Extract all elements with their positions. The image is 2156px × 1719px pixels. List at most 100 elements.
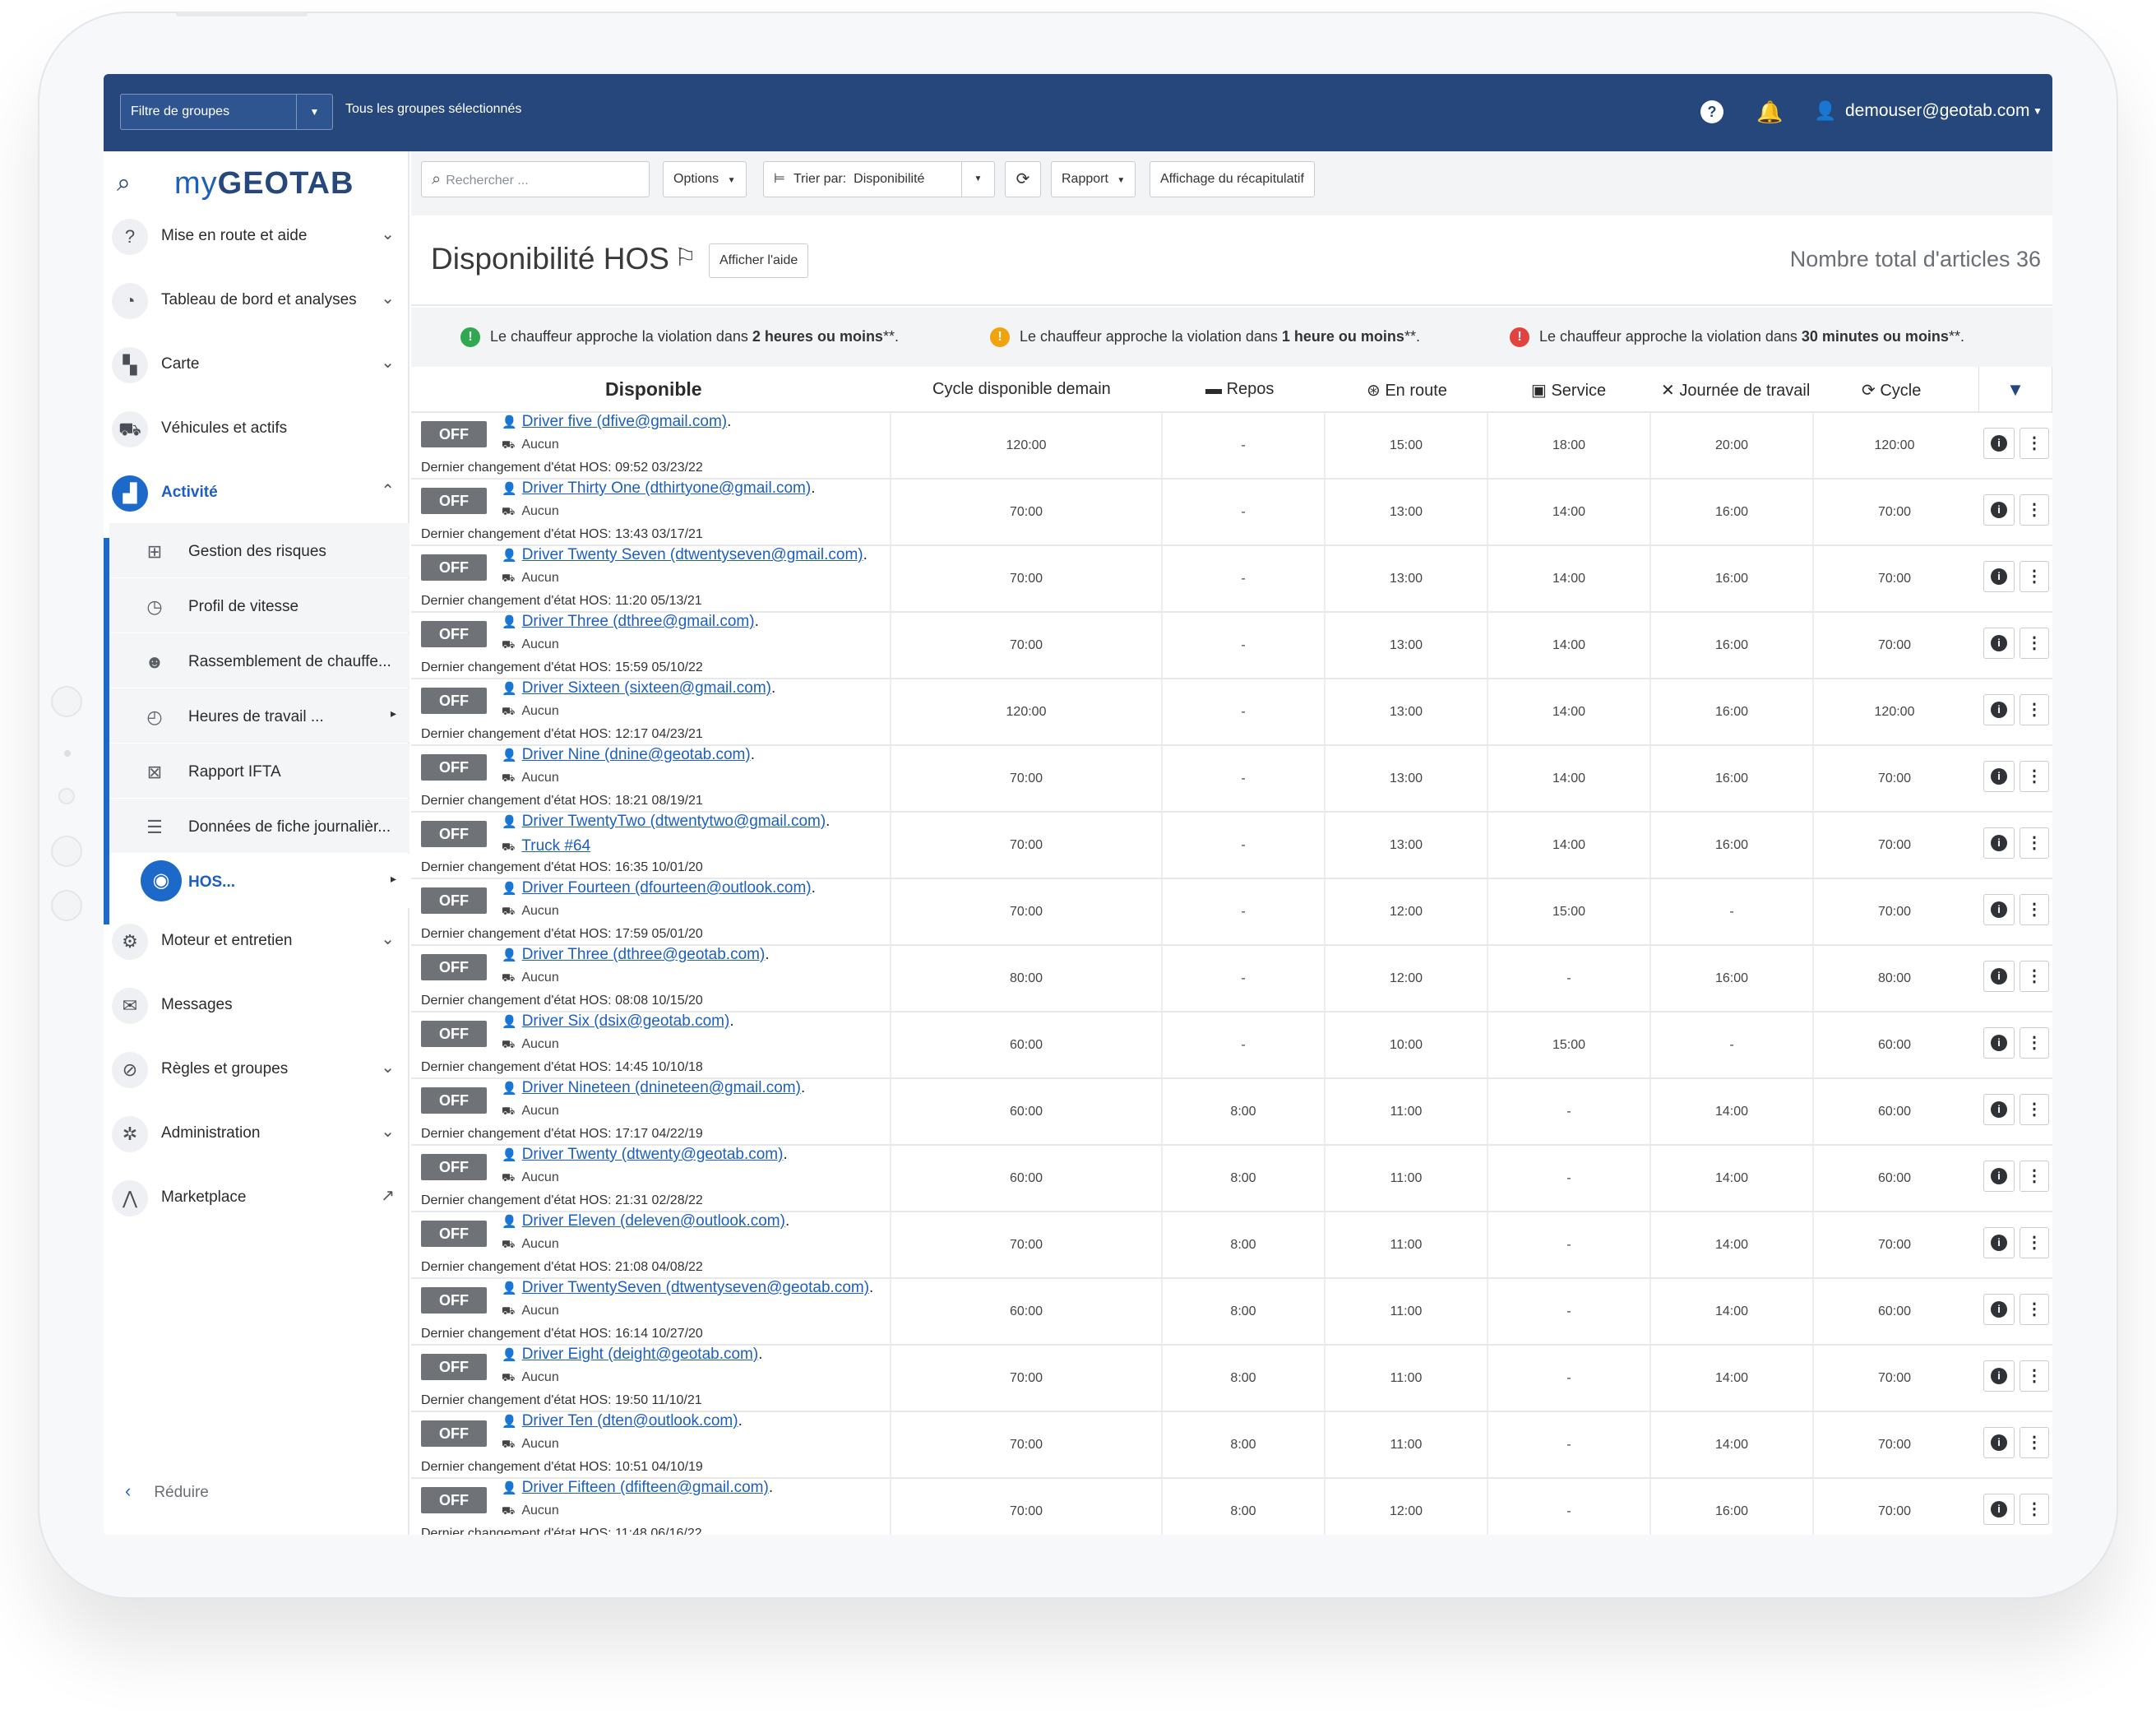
report-button[interactable]: Rapport ▼ (1051, 161, 1136, 197)
driver-link[interactable]: Driver Three (dthree@gmail.com) (522, 613, 755, 630)
column-menu-chevron-down-icon[interactable]: ▼ (1978, 367, 2052, 413)
info-button[interactable]: i (1983, 1427, 2015, 1458)
sidebar-item-rules[interactable]: ⊘ Règles et groupes ⌄ (104, 1042, 409, 1096)
more-options-icon[interactable]: ⋮ (2020, 827, 2049, 859)
driver-link[interactable]: Driver TwentyTwo (dtwentytwo@gmail.com) (522, 813, 826, 830)
driver-link[interactable]: Driver Fourteen (dfourteen@outlook.com) (522, 879, 812, 897)
refresh-icon[interactable]: ⟳ (1005, 161, 1041, 197)
more-options-icon[interactable]: ⋮ (2020, 1161, 2049, 1192)
chevron-down-icon[interactable]: ⌄ (381, 224, 395, 244)
more-options-icon[interactable]: ⋮ (2020, 1427, 2049, 1458)
user-email-menu[interactable]: demouser@geotab.com (1845, 101, 2029, 121)
sort-by-dropdown[interactable]: ⊨ Trier par: Disponibilité ▼ (763, 161, 995, 197)
driver-link[interactable]: Driver Sixteen (sixteen@gmail.com) (522, 679, 771, 697)
info-button[interactable]: i (1983, 894, 2015, 925)
driver-link[interactable]: Driver Eleven (deleven@outlook.com) (522, 1212, 785, 1230)
sidebar-item-envelope[interactable]: ✉ Messages (104, 978, 409, 1032)
column-cycle[interactable]: ⟳ Cycle (1862, 380, 1921, 401)
driver-link[interactable]: Driver Six (dsix@geotab.com) (522, 1012, 730, 1030)
bookmark-icon[interactable]: ⚐ (674, 243, 696, 272)
more-options-icon[interactable]: ⋮ (2020, 1360, 2049, 1392)
more-options-icon[interactable]: ⋮ (2020, 1227, 2049, 1258)
sidebar-subitem-log[interactable]: ☰ Données de fiche journalièr... (109, 799, 409, 853)
collapse-sidebar-button[interactable]: ‹ Réduire (125, 1480, 209, 1502)
chevron-down-icon[interactable]: ⌄ (381, 1057, 395, 1077)
info-button[interactable]: i (1983, 1294, 2015, 1325)
sidebar-subitem-stopwatch[interactable]: ◉ HOS... ▸ (109, 854, 409, 908)
bell-icon[interactable]: 🔔 (1756, 100, 1783, 124)
external-link-icon[interactable]: ↗ (381, 1185, 395, 1206)
sidebar-item-activity-chart[interactable]: ▟ Activité ⌃ (104, 466, 409, 520)
column-service[interactable]: ▣ Service (1531, 380, 1606, 401)
column-cycle-tomorrow[interactable]: Cycle disponible demain (932, 380, 1111, 399)
driver-link[interactable]: Driver Eight (deight@geotab.com) (522, 1346, 759, 1363)
more-options-icon[interactable]: ⋮ (2020, 1027, 2049, 1059)
info-button[interactable]: i (1983, 494, 2015, 526)
info-button[interactable]: i (1983, 561, 2015, 592)
more-options-icon[interactable]: ⋮ (2020, 761, 2049, 792)
sidebar-subitem-risk[interactable]: ⊞ Gestion des risques (109, 523, 409, 577)
more-options-icon[interactable]: ⋮ (2020, 561, 2049, 592)
sidebar-item-gear[interactable]: ✲ Administration ⌄ (104, 1106, 409, 1161)
info-button[interactable]: i (1983, 827, 2015, 859)
search-icon[interactable]: ⌕ (117, 169, 131, 197)
sidebar-item-help-circle[interactable]: ? Mise en route et aide ⌄ (104, 209, 409, 263)
driver-link[interactable]: Driver Three (dthree@geotab.com) (522, 946, 766, 963)
chevron-down-icon[interactable]: ⌄ (381, 1121, 395, 1142)
driver-link[interactable]: Driver Nineteen (dnineteen@gmail.com) (522, 1079, 801, 1096)
search-input[interactable]: ⌕ Rechercher ... (421, 161, 650, 197)
driver-link[interactable]: Driver Thirty One (dthirtyone@gmail.com) (522, 480, 812, 497)
sidebar-subitem-speed[interactable]: ◷ Profil de vitesse (109, 578, 409, 632)
chevron-down-icon[interactable]: ▼ (296, 95, 332, 129)
sidebar-subitem-ifta[interactable]: ⊠ Rapport IFTA (109, 744, 409, 798)
sidebar-subitem-people[interactable]: ☻ Rassemblement de chauffe... (109, 633, 409, 688)
chevron-up-icon[interactable]: ⌃ (381, 480, 395, 501)
driver-link[interactable]: Driver Twenty Seven (dtwentyseven@gmail.… (522, 546, 863, 563)
show-help-button[interactable]: Afficher l'aide (709, 243, 809, 278)
sidebar-item-dashboard[interactable]: ◔ Tableau de bord et analyses ⌄ (104, 273, 409, 327)
info-button[interactable]: i (1983, 961, 2015, 992)
more-options-icon[interactable]: ⋮ (2020, 1494, 2049, 1525)
submenu-arrow-icon[interactable]: ▸ (391, 707, 396, 720)
chevron-down-icon[interactable]: ⌄ (381, 352, 395, 373)
more-options-icon[interactable]: ⋮ (2020, 1094, 2049, 1125)
column-driving[interactable]: ⊛ En route (1367, 380, 1447, 401)
info-button[interactable]: i (1983, 1227, 2015, 1258)
more-options-icon[interactable]: ⋮ (2020, 494, 2049, 526)
more-options-icon[interactable]: ⋮ (2020, 1294, 2049, 1325)
more-options-icon[interactable]: ⋮ (2020, 428, 2049, 459)
driver-link[interactable]: Driver Nine (dnine@geotab.com) (522, 746, 751, 763)
info-button[interactable]: i (1983, 1161, 2015, 1192)
options-button[interactable]: Options ▼ (663, 161, 747, 197)
sidebar-subitem-clock[interactable]: ◴ Heures de travail ... ▸ (109, 688, 409, 743)
info-button[interactable]: i (1983, 428, 2015, 459)
more-options-icon[interactable]: ⋮ (2020, 628, 2049, 659)
driver-link[interactable]: Driver Twenty (dtwenty@geotab.com) (522, 1146, 784, 1163)
column-workday[interactable]: ✕ Journée de travail (1661, 380, 1810, 401)
more-options-icon[interactable]: ⋮ (2020, 694, 2049, 725)
sidebar-item-marketplace[interactable]: ⋀ Marketplace ↗ (104, 1170, 409, 1225)
submenu-arrow-icon[interactable]: ▸ (391, 872, 396, 886)
mygeotab-logo[interactable]: myGEOTAB (174, 166, 354, 202)
caret-down-icon[interactable]: ▼ (2033, 105, 2043, 117)
driver-link[interactable]: Driver TwentySeven (dtwentyseven@geotab.… (522, 1279, 869, 1296)
driver-link[interactable]: Driver Ten (dten@outlook.com) (522, 1412, 738, 1429)
vehicle-link[interactable]: Truck #64 (521, 837, 590, 855)
sidebar-item-engine[interactable]: ⚙ Moteur et entretien ⌄ (104, 914, 409, 968)
driver-link[interactable]: Driver Fifteen (dfifteen@gmail.com) (522, 1479, 769, 1496)
help-icon[interactable]: ? (1700, 100, 1723, 123)
column-available[interactable]: Disponible (605, 378, 702, 401)
more-options-icon[interactable]: ⋮ (2020, 961, 2049, 992)
user-icon[interactable]: 👤 (1814, 99, 1836, 123)
driver-link[interactable]: Driver five (dfive@gmail.com) (522, 413, 727, 430)
info-button[interactable]: i (1983, 1494, 2015, 1525)
info-button[interactable]: i (1983, 694, 2015, 725)
info-button[interactable]: i (1983, 1094, 2015, 1125)
group-filter-dropdown[interactable]: Filtre de groupes ▼ (120, 94, 333, 130)
more-options-icon[interactable]: ⋮ (2020, 894, 2049, 925)
info-button[interactable]: i (1983, 1027, 2015, 1059)
chevron-down-icon[interactable]: ⌄ (381, 929, 395, 949)
info-button[interactable]: i (1983, 628, 2015, 659)
column-rest[interactable]: ▬ Repos (1205, 380, 1274, 399)
summary-view-button[interactable]: Affichage du récapitulatif (1150, 161, 1315, 197)
